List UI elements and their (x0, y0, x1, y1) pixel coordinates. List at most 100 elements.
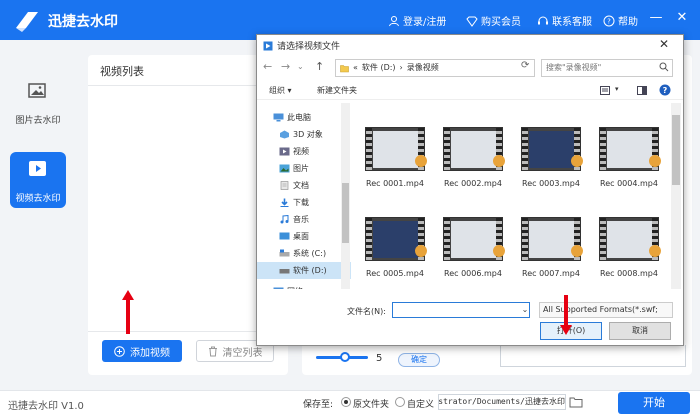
help-icon[interactable]: ? (659, 84, 671, 96)
radio-original-folder[interactable] (341, 397, 351, 407)
file-scrollbar[interactable] (671, 103, 681, 289)
tree-item-drive-d[interactable]: 软件 (D:) (257, 262, 351, 279)
tree-item-label: 视频 (293, 147, 309, 156)
file-name: Rec 0004.mp4 (600, 179, 658, 188)
breadcrumb-folder[interactable]: 录像视频 (407, 60, 439, 76)
scrollbar-thumb[interactable] (342, 183, 349, 243)
file-item[interactable]: Rec 0002.mp4 (439, 127, 507, 197)
tree-item-label: 下载 (293, 198, 309, 207)
preview-pane-icon[interactable] (637, 86, 647, 95)
file-item[interactable]: Rec 0001.mp4 (361, 127, 429, 197)
thumbnail-frame (373, 131, 419, 168)
breadcrumb-drive[interactable]: 软件 (D:) (362, 60, 396, 76)
close-window-icon[interactable]: ✕ (672, 10, 692, 25)
buy-membership-link[interactable]: 购买会员 (466, 13, 521, 28)
tree-item-documents[interactable]: 文档 (257, 177, 351, 194)
folder-icon[interactable] (569, 396, 583, 408)
buy-membership-label: 购买会员 (481, 17, 521, 28)
file-item[interactable]: Rec 0005.mp4 (361, 217, 429, 287)
thumbnail-frame (451, 131, 497, 168)
file-name: Rec 0007.mp4 (522, 269, 580, 278)
video-play-icon (29, 161, 46, 176)
tree-item-label: 3D 对象 (293, 130, 323, 139)
help-link[interactable]: ? 帮助 (603, 13, 638, 28)
download-icon (280, 198, 289, 207)
slider-handle[interactable] (340, 352, 350, 362)
radio-custom-folder-label: 自定义 (407, 400, 435, 410)
tree-item-label: 音乐 (293, 215, 309, 224)
dialog-title-bar: 请选择视频文件 (263, 39, 340, 52)
tree-item-downloads[interactable]: 下载 (257, 194, 351, 211)
tree-item-label: 图片 (293, 164, 309, 173)
thumbnail-frame (373, 221, 419, 258)
new-folder-button[interactable]: 新建文件夹 (317, 85, 357, 96)
play-badge-icon (415, 155, 427, 167)
forward-arrow-icon[interactable]: → (281, 60, 290, 73)
search-input[interactable]: 搜索"录像视频" (541, 59, 673, 77)
tree-item-desktop[interactable]: 桌面 (257, 228, 351, 245)
app-logo-icon (16, 12, 38, 32)
search-icon (659, 62, 669, 72)
scrollbar-thumb[interactable] (672, 115, 680, 185)
organize-menu[interactable]: 组织 ▾ (269, 85, 292, 96)
tree-scrollbar[interactable] (341, 103, 350, 289)
file-grid: Rec 0001.mp4 Rec 0002.mp4 Rec 0003.mp4 R… (361, 127, 671, 287)
radio-custom-folder[interactable] (395, 397, 405, 407)
filename-input[interactable] (392, 302, 530, 318)
sidebar-item-label: 视频去水印 (15, 194, 61, 204)
radio-original-folder-label: 原文件夹 (353, 400, 390, 410)
file-item[interactable]: Rec 0004.mp4 (595, 127, 663, 197)
play-badge-icon (415, 245, 427, 257)
add-video-label: 添加视频 (130, 347, 170, 359)
add-video-button[interactable]: 添加视频 (102, 340, 182, 362)
up-arrow-icon[interactable]: ↑ (315, 60, 324, 73)
save-to-label: 保存至: (303, 400, 334, 410)
contact-support-label: 联系客服 (552, 17, 592, 28)
sidebar-item-video-watermark[interactable]: 视频去水印 (10, 152, 66, 208)
dialog-toolbar: 组织 ▾ 新建文件夹 ▾ ? (257, 82, 683, 100)
view-options-icon[interactable] (600, 86, 610, 95)
view-dropdown-icon[interactable]: ▾ (615, 85, 619, 93)
confirm-button[interactable]: 确定 (398, 353, 440, 367)
history-dropdown-icon[interactable]: ⌄ (297, 62, 304, 71)
user-icon (389, 15, 399, 26)
filename-dropdown-icon[interactable]: ⌄ (519, 302, 531, 318)
tree-item-network[interactable]: 网络 (257, 283, 351, 289)
login-register-link[interactable]: 登录/注册 (388, 13, 446, 28)
dialog-close-icon[interactable]: ✕ (659, 37, 669, 51)
file-item[interactable]: Rec 0007.mp4 (517, 217, 585, 287)
start-button[interactable]: 开始 (618, 392, 690, 414)
file-item[interactable]: Rec 0003.mp4 (517, 127, 585, 197)
minimize-icon[interactable]: — (646, 10, 666, 25)
tree-item-drive-c[interactable]: 系统 (C:) (257, 245, 351, 262)
sidebar-item-image-watermark[interactable]: 图片去水印 (10, 74, 66, 130)
video-list-header: 视频列表 (100, 65, 144, 78)
tree-item-this-pc[interactable]: 此电脑 (257, 109, 351, 126)
tree-item-label: 网络 (287, 287, 303, 289)
back-arrow-icon[interactable]: ← (263, 60, 272, 73)
tree-item-videos[interactable]: 视频 (257, 143, 351, 160)
music-icon (280, 215, 289, 224)
tree-item-music[interactable]: 音乐 (257, 211, 351, 228)
slider-value: 5 (376, 353, 383, 364)
refresh-icon[interactable]: ⟳ (521, 60, 529, 71)
tree-item-label: 此电脑 (287, 113, 311, 122)
contact-support-link[interactable]: 联系客服 (537, 13, 592, 28)
tree-item-3d-objects[interactable]: 3D 对象 (257, 126, 351, 143)
tree-item-pictures[interactable]: 图片 (257, 160, 351, 177)
plus-circle-icon (114, 345, 125, 357)
document-icon (280, 181, 289, 190)
file-item[interactable]: Rec 0008.mp4 (595, 217, 663, 287)
file-item[interactable]: Rec 0006.mp4 (439, 217, 507, 287)
play-badge-icon (571, 155, 583, 167)
cancel-button[interactable]: 取消 (609, 322, 671, 340)
file-open-dialog: 请选择视频文件 ✕ ← → ⌄ ↑ « 软件 (D:) › 录像视频 ⟳ 搜索"… (256, 34, 684, 346)
save-path-field[interactable]: istrator/Documents/迅捷去水印 (438, 394, 566, 410)
drive-icon (279, 269, 290, 274)
folder-icon (340, 64, 349, 72)
thumbnail-frame (607, 221, 653, 258)
membership-icon (466, 16, 478, 27)
breadcrumb-overflow[interactable]: « (353, 60, 358, 76)
address-bar[interactable]: « 软件 (D:) › 录像视频 (335, 59, 535, 77)
pictures-icon (279, 164, 290, 173)
